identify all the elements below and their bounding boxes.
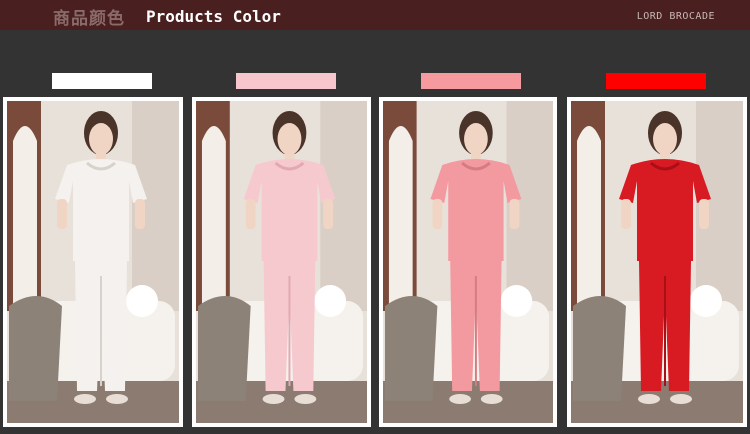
color-swatch-light-pink[interactable] xyxy=(236,73,336,89)
color-swatch-red[interactable] xyxy=(606,73,706,89)
brand-name: LORD BROCADE xyxy=(636,11,715,22)
product-photo-white[interactable] xyxy=(3,97,183,427)
product-photo-pink[interactable] xyxy=(379,97,557,427)
color-swatch-pink[interactable] xyxy=(421,73,521,89)
color-swatch-white[interactable] xyxy=(52,73,152,89)
model-light-pink-pajamas xyxy=(196,101,367,423)
header-bar: 商品颜色 Products Color LORD BROCADE xyxy=(0,0,750,30)
title-english: Products Color xyxy=(146,7,281,26)
model-pink-pajamas xyxy=(383,101,553,423)
model-white-pajamas xyxy=(7,101,179,423)
title-chinese: 商品颜色 xyxy=(53,9,125,29)
product-photo-red[interactable] xyxy=(567,97,747,427)
model-red-pajamas xyxy=(571,101,743,423)
product-photo-light-pink[interactable] xyxy=(192,97,371,427)
